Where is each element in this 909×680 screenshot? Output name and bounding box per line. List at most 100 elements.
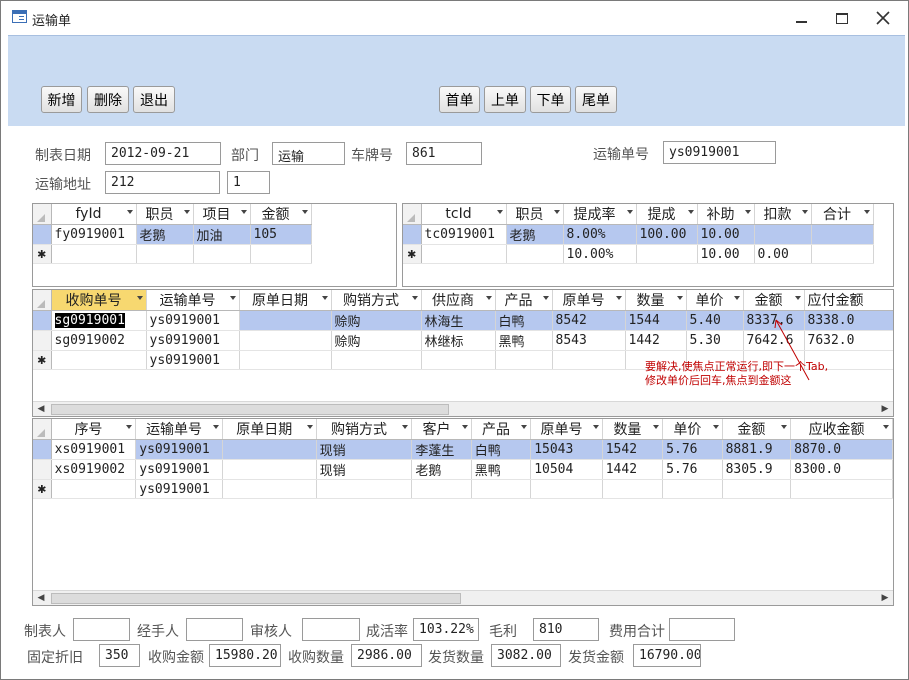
table-row[interactable]: xs0919001 ys0919001 现销 李蓬生 白鸭 15043 1542…: [33, 439, 893, 460]
depreciation-field[interactable]: 350: [99, 644, 140, 667]
cell[interactable]: 老鹅: [411, 459, 472, 480]
cell[interactable]: [222, 439, 317, 460]
cell[interactable]: 赊购: [331, 330, 422, 351]
buy-qty-field[interactable]: 2986.00: [351, 644, 422, 667]
select-all-corner[interactable]: [403, 204, 422, 225]
scroll-thumb[interactable]: [51, 593, 461, 604]
cell[interactable]: ys0919001: [135, 459, 223, 480]
col-header[interactable]: 序号: [51, 419, 137, 440]
close-icon[interactable]: [869, 7, 897, 29]
col-header[interactable]: tcId: [421, 204, 507, 225]
cell[interactable]: 8305.9: [722, 459, 792, 480]
first-record-button[interactable]: 首单: [439, 86, 480, 113]
cell[interactable]: 8870.0: [790, 439, 893, 460]
cell[interactable]: 5.30: [686, 330, 744, 351]
ship-amount-field[interactable]: 16790.00: [633, 644, 701, 667]
col-header[interactable]: 职员: [136, 204, 194, 225]
table-row[interactable]: xs0919002 ys0919001 现销 老鹅 黑鸭 10504 1442 …: [33, 459, 893, 480]
cell[interactable]: fy0919001: [51, 224, 137, 245]
col-header[interactable]: 供应商: [421, 290, 496, 311]
col-header[interactable]: 运输单号: [135, 419, 223, 440]
cell[interactable]: 白鸭: [495, 310, 553, 331]
col-header[interactable]: fyId: [51, 204, 137, 225]
cell[interactable]: 10.00: [697, 224, 755, 245]
minimize-icon[interactable]: [787, 7, 815, 29]
plate-field[interactable]: 861: [406, 142, 482, 165]
cell[interactable]: 10.00%: [563, 244, 637, 264]
col-header[interactable]: 客户: [411, 419, 472, 440]
profit-field[interactable]: 810: [533, 618, 599, 641]
cell[interactable]: 李蓬生: [411, 439, 472, 460]
reviewer-field[interactable]: [302, 618, 360, 641]
col-header[interactable]: 收购单号: [51, 290, 147, 311]
cell[interactable]: ys0919001: [135, 479, 223, 499]
ship-qty-field[interactable]: 3082.00: [491, 644, 561, 667]
add-button[interactable]: 新增: [41, 86, 82, 113]
cell[interactable]: 赊购: [331, 310, 422, 331]
scroll-right-icon[interactable]: ▶: [878, 591, 892, 605]
prev-record-button[interactable]: 上单: [484, 86, 526, 113]
sales-subform[interactable]: 序号 运输单号 原单日期 购销方式 客户 产品 原单号 数量 单价 金额 应收金…: [32, 418, 894, 606]
next-record-button[interactable]: 下单: [530, 86, 571, 113]
date-field[interactable]: 2012-09-21: [105, 142, 221, 165]
cell[interactable]: 1542: [602, 439, 664, 460]
delete-button[interactable]: 删除: [87, 86, 129, 113]
cell[interactable]: 现销: [316, 459, 413, 480]
cell[interactable]: 老鹅: [506, 224, 564, 245]
cell[interactable]: 15043: [530, 439, 603, 460]
cell[interactable]: 1544: [625, 310, 687, 331]
cell[interactable]: 0.00: [754, 244, 812, 264]
fee-subform[interactable]: fyId 职员 项目 金额 fy0919001 老鹅 加油 105 ✱: [32, 203, 397, 287]
new-record-row[interactable]: ✱: [33, 244, 312, 264]
cell[interactable]: 8300.0: [790, 459, 893, 480]
cell[interactable]: [239, 330, 332, 351]
cell[interactable]: 8.00%: [563, 224, 637, 245]
scroll-right-icon[interactable]: ▶: [878, 402, 892, 416]
cell[interactable]: ys0919001: [135, 439, 223, 460]
cell[interactable]: 现销: [316, 439, 413, 460]
col-header[interactable]: 金额: [250, 204, 312, 225]
col-header[interactable]: 补助: [697, 204, 755, 225]
exit-button[interactable]: 退出: [133, 86, 175, 113]
col-header[interactable]: 产品: [471, 419, 532, 440]
cell[interactable]: 5.76: [662, 439, 723, 460]
table-row[interactable]: fy0919001 老鹅 加油 105: [33, 224, 312, 245]
col-header[interactable]: 应付金额: [804, 290, 893, 311]
cell[interactable]: [754, 224, 812, 245]
order-no-field[interactable]: ys0919001: [663, 141, 776, 164]
col-header[interactable]: 提成率: [563, 204, 637, 225]
scroll-left-icon[interactable]: ◀: [34, 591, 48, 605]
cell[interactable]: 8881.9: [722, 439, 792, 460]
address-extra-field[interactable]: 1: [227, 171, 270, 194]
handler-field[interactable]: [186, 618, 243, 641]
new-record-row[interactable]: ✱ 10.00% 10.00 0.00: [403, 244, 874, 264]
cell[interactable]: 老鹅: [136, 224, 194, 245]
col-header[interactable]: 原单日期: [239, 290, 332, 311]
col-header[interactable]: 购销方式: [316, 419, 413, 440]
new-record-row[interactable]: ✱ ys0919001: [33, 479, 893, 499]
cell[interactable]: 白鸭: [471, 439, 532, 460]
col-header[interactable]: 金额: [722, 419, 792, 440]
cell[interactable]: 黑鸭: [495, 330, 553, 351]
cell[interactable]: 5.76: [662, 459, 723, 480]
cell[interactable]: ys0919001: [146, 310, 240, 331]
col-header[interactable]: 产品: [495, 290, 553, 311]
col-header[interactable]: 项目: [193, 204, 251, 225]
cell[interactable]: [239, 310, 332, 331]
cell[interactable]: 10504: [530, 459, 603, 480]
col-header[interactable]: 职员: [506, 204, 564, 225]
select-all-corner[interactable]: [33, 419, 52, 440]
cell[interactable]: sg0919001: [51, 310, 147, 331]
maker-field[interactable]: [73, 618, 130, 641]
cell[interactable]: sg0919002: [51, 330, 147, 351]
cell[interactable]: 加油: [193, 224, 251, 245]
cell[interactable]: 105: [250, 224, 312, 245]
commission-subform[interactable]: tcId 职员 提成率 提成 补助 扣款 合计 tc0919001 老鹅 8.0…: [402, 203, 894, 287]
cell[interactable]: 100.00: [636, 224, 698, 245]
cell[interactable]: 1442: [625, 330, 687, 351]
col-header[interactable]: 合计: [811, 204, 874, 225]
col-header[interactable]: 应收金额: [790, 419, 893, 440]
col-header[interactable]: 扣款: [754, 204, 812, 225]
cell[interactable]: 1442: [602, 459, 664, 480]
col-header[interactable]: 单价: [662, 419, 723, 440]
